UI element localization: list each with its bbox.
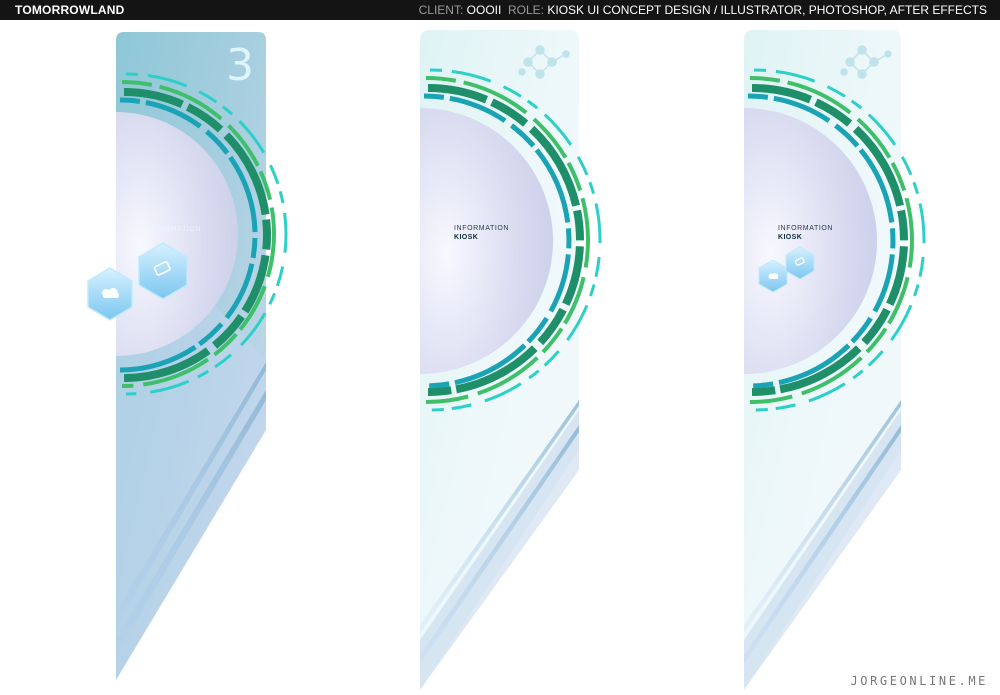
panel-1-arc-rings [119, 72, 288, 396]
panel-1-lower-shade [116, 200, 266, 680]
battery-hex[interactable] [138, 242, 188, 300]
panel-1-info-label: INFORMATION [146, 226, 202, 233]
panel-1-body [116, 32, 266, 680]
kiosk-panel-2 [420, 30, 602, 690]
panel-3-arc-rings [747, 68, 926, 412]
header-bar: TOMORROWLAND CLIENT: OOOII ROLE: KIOSK U… [0, 0, 1000, 20]
panel-1-hex-buttons [87, 242, 188, 321]
panel-2-diagonal-stripes [420, 400, 579, 690]
panel-2-info-sub: KIOSK [454, 234, 479, 241]
panel-1-badge-number: 3 [226, 40, 254, 91]
weather-icon [768, 273, 778, 279]
role-value: KIOSK UI CONCEPT DESIGN / ILLUSTRATOR, P… [547, 3, 987, 17]
kiosk-panel-3 [744, 30, 926, 690]
project-meta: CLIENT: OOOII ROLE: KIOSK UI CONCEPT DES… [419, 3, 987, 17]
battery-hex-small[interactable] [785, 246, 815, 280]
panel-3-body [744, 30, 901, 690]
panel-2-body [420, 30, 579, 690]
client-key: CLIENT: [418, 3, 464, 17]
molecule-logo-icon [840, 45, 892, 79]
battery-icon [794, 257, 805, 266]
kiosk-panel-1 [87, 32, 288, 680]
panel-1-disc [116, 112, 238, 356]
panel-3-disc [744, 108, 877, 374]
project-title: TOMORROWLAND [15, 3, 125, 17]
panel-3-hex-buttons [758, 246, 815, 293]
client-value: OOOII [466, 3, 502, 17]
molecule-logo-icon [518, 45, 570, 79]
panel-2-info-label: INFORMATION [454, 225, 510, 232]
weather-icon [102, 288, 119, 298]
role-key: ROLE: [508, 3, 545, 17]
panel-3-info-sub: KIOSK [778, 234, 803, 241]
credit-text: JORGEONLINE.ME [850, 674, 988, 688]
weather-hex-small[interactable] [758, 259, 788, 293]
panel-1-diagonal-stripes [116, 362, 266, 655]
battery-icon [153, 261, 171, 276]
panel-3-info-label: INFORMATION [778, 225, 834, 232]
weather-hex[interactable] [87, 267, 133, 321]
panel-2-disc [420, 108, 553, 374]
panel-3-diagonal-stripes [744, 400, 901, 690]
panel-2-arc-rings [423, 68, 602, 412]
